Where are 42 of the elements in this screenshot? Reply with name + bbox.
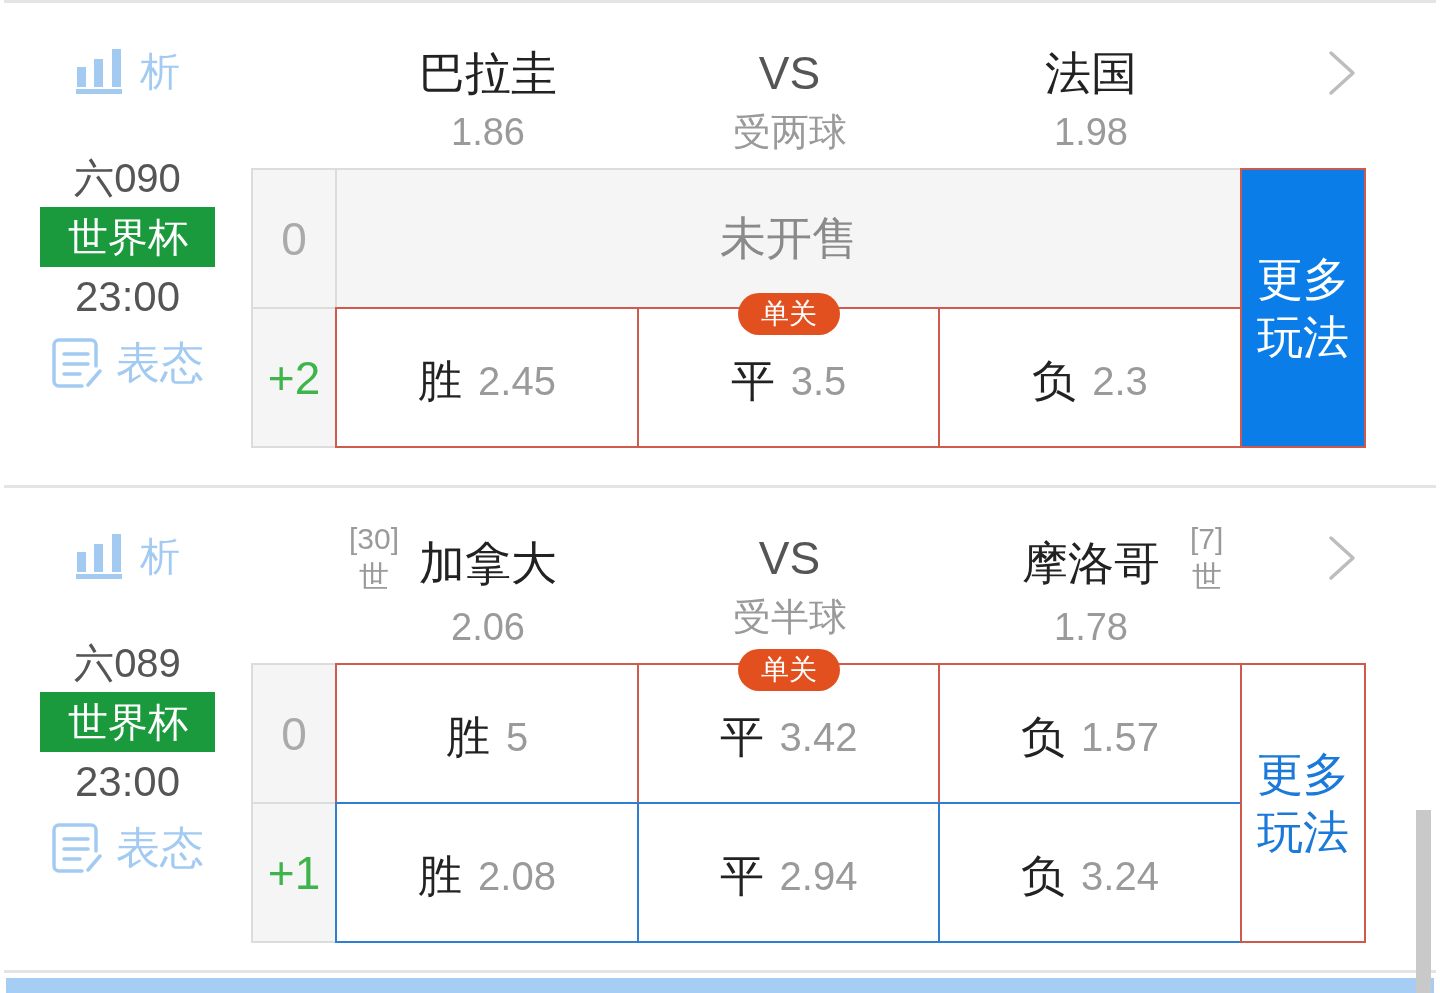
- rank-league-tag: 世: [358, 558, 389, 596]
- team-name: 法国: [1045, 46, 1137, 101]
- scrollbar-thumb[interactable]: [1416, 810, 1431, 993]
- handicap-label: 受两球: [732, 110, 847, 155]
- chevron-right-icon[interactable]: [1328, 535, 1356, 581]
- team-odds: 1.78: [1054, 605, 1128, 650]
- handicap-cell: +1: [251, 802, 337, 943]
- vs-label: VS: [758, 531, 821, 586]
- bar-chart-icon: [75, 533, 122, 579]
- odds-button[interactable]: 胜 2.08: [335, 802, 639, 943]
- single-badge: 单关: [737, 649, 840, 691]
- kickoff-time: 23:00: [74, 760, 181, 804]
- odds-button[interactable]: 胜 2.45: [335, 307, 639, 448]
- team-name: 加拿大: [419, 536, 557, 591]
- more-plays-button[interactable]: 更多玩法: [1240, 168, 1366, 448]
- team-rank: [7]: [1190, 521, 1224, 557]
- vs-label: VS: [758, 46, 821, 101]
- odds-button[interactable]: 平 2.94: [637, 802, 940, 943]
- match-code: 六089: [74, 641, 181, 685]
- team-name: 摩洛哥: [1022, 536, 1160, 591]
- odds-button[interactable]: 胜 5: [335, 663, 639, 804]
- team-odds: 2.06: [451, 605, 525, 650]
- handicap-cell: 0: [251, 663, 337, 804]
- handicap-cell: +2: [251, 307, 337, 448]
- bar-chart-icon: [75, 48, 122, 94]
- league-badge: 世界杯: [40, 207, 215, 267]
- document-icon: [51, 823, 102, 873]
- team-name: 巴拉圭: [419, 46, 557, 101]
- match-code: 六090: [74, 156, 181, 200]
- handicap-cell: 0: [251, 168, 337, 309]
- chevron-right-icon[interactable]: [1328, 50, 1356, 96]
- handicap-label: 受半球: [732, 595, 847, 640]
- rank-league-tag: 世: [1191, 558, 1222, 596]
- team-odds: 1.86: [451, 110, 525, 155]
- kickoff-time: 23:00: [74, 275, 181, 319]
- league-badge: 世界杯: [40, 692, 215, 752]
- team-rank: [30]: [348, 521, 399, 557]
- team-odds: 1.98: [1054, 110, 1128, 155]
- odds-button[interactable]: 负 3.24: [938, 802, 1242, 943]
- more-plays-button[interactable]: 更多玩法: [1240, 663, 1366, 943]
- document-icon: [51, 338, 102, 388]
- odds-button[interactable]: 负 2.3: [938, 307, 1242, 448]
